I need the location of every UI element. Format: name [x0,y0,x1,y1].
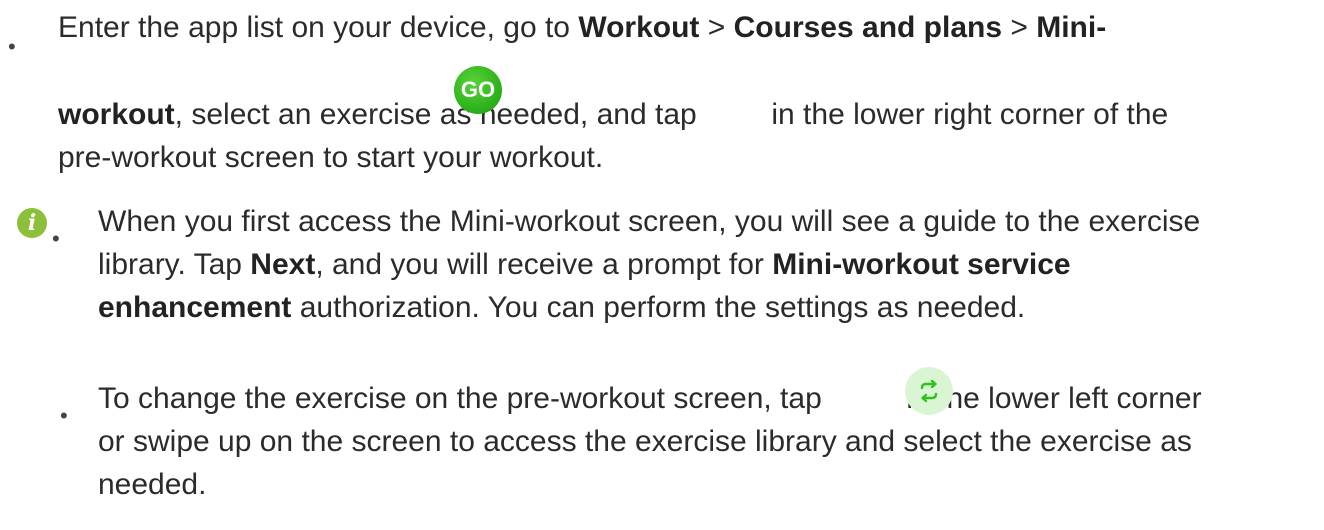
menu-workout: Workout [578,11,700,44]
menu-mini-workout-b: workout [58,98,175,131]
menu-courses-and-plans: Courses and plans [733,11,1003,44]
step-line-3: pre-workout screen to start your workout… [58,141,604,174]
service-label-a: Mini-workout service [772,248,1071,281]
step-paragraph: Enter the app list on your device, go to… [58,6,1106,49]
menu-mini-workout-a: Mini- [1036,11,1107,44]
switch-arrows-icon [920,379,938,403]
switch-exercise-icon [905,367,953,415]
step-line-2: workout, select an exercise as needed, a… [58,98,1169,131]
note1-line-1: When you first access the Mini-workout s… [98,205,1201,238]
note1-line-2: library. Tap Next, and you will receive … [98,248,1071,281]
note-paragraph-2: To change the exercise on the pre-workou… [98,377,1202,506]
note2-line-3: needed. [98,468,207,501]
service-label-b: enhancement [98,291,292,324]
note-bullet: • [60,403,68,428]
note2-line-1: To change the exercise on the pre-workou… [98,382,1202,415]
next-label: Next [250,248,316,281]
note2-line-2: or swipe up on the screen to access the … [98,425,1192,458]
info-icon: i [17,208,47,238]
step-line-1: Enter the app list on your device, go to… [58,11,1107,44]
note-paragraph-1: When you first access the Mini-workout s… [98,200,1200,329]
note1-line-3: enhancement authorization. You can perfo… [98,291,1026,324]
step-paragraph-cont: workout, select an exercise as needed, a… [58,93,1168,179]
go-button-icon: GO [454,66,502,114]
list-bullet: • [8,34,16,59]
note-bullet: • [52,226,60,251]
